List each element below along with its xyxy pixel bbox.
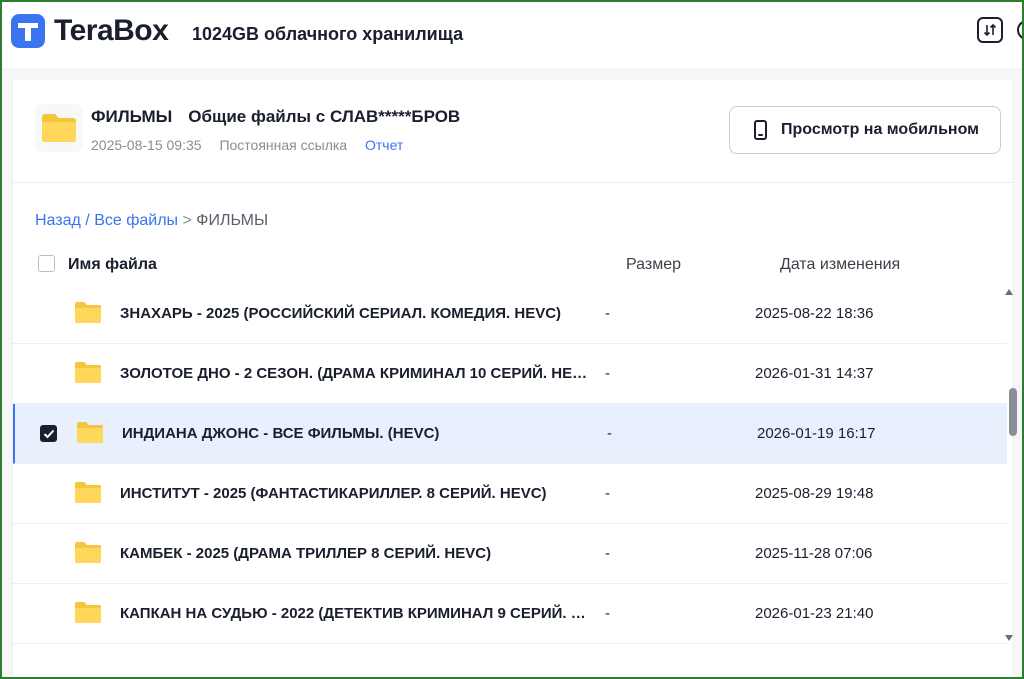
table-row-selected[interactable]: ИНДИАНА ДЖОНС - ВСЕ ФИЛЬМЫ. (HEVC) - 202… <box>13 404 1007 464</box>
select-all-checkbox[interactable] <box>38 255 55 272</box>
breadcrumb: Назад / Все файлы > ФИЛЬМЫ <box>35 212 269 229</box>
link-type: Постоянная ссылка <box>219 137 348 153</box>
file-date: 2026-01-31 14:37 <box>755 365 874 382</box>
folder-icon <box>77 422 103 443</box>
report-link[interactable]: Отчет <box>365 137 403 153</box>
scrollbar-thumb[interactable] <box>1009 388 1017 436</box>
file-name[interactable]: ИНДИАНА ДЖОНС - ВСЕ ФИЛЬМЫ. (HEVC) <box>122 424 598 444</box>
share-title: ФИЛЬМЫ Общие файлы с СЛАВ*****БРОВ <box>91 106 460 128</box>
file-date: 2025-08-29 19:48 <box>755 485 874 502</box>
share-info: ФИЛЬМЫ Общие файлы с СЛАВ*****БРОВ 2025-0… <box>13 80 1013 183</box>
breadcrumb-back[interactable]: Назад <box>35 212 81 229</box>
share-meta: 2025-08-15 09:35 Постоянная ссылка Отчет <box>91 136 403 154</box>
share-date: 2025-08-15 09:35 <box>91 137 202 153</box>
breadcrumb-current: ФИЛЬМЫ <box>196 212 269 229</box>
file-name[interactable]: ИНСТИТУТ - 2025 (ФАНТАСТИКАРИЛЛЕР. 8 СЕР… <box>120 484 596 504</box>
storage-text: 1024GB облачного хранилища <box>192 24 464 44</box>
file-size: - <box>605 485 610 502</box>
file-name[interactable]: ЗНАХАРЬ - 2025 (РОССИЙСКИЙ СЕРИАЛ. КОМЕД… <box>120 304 596 324</box>
folder-icon <box>75 482 101 503</box>
table-row[interactable]: ЗНАХАРЬ - 2025 (РОССИЙСКИЙ СЕРИАЛ. КОМЕД… <box>13 284 1007 344</box>
table-row[interactable]: ЗОЛОТОЕ ДНО - 2 СЕЗОН. (ДРАМА КРИМИНАЛ 1… <box>13 344 1007 404</box>
phone-icon <box>754 120 767 140</box>
file-size: - <box>605 305 610 322</box>
file-date: 2025-08-22 18:36 <box>755 305 874 322</box>
view-on-mobile-button[interactable]: Просмотр на мобильном <box>729 106 1001 154</box>
checkmark-icon <box>43 429 54 438</box>
shared-by-text: Общие файлы с СЛАВ*****БРОВ <box>188 107 461 126</box>
folder-icon <box>75 302 101 323</box>
file-name[interactable]: КАПКАН НА СУДЬЮ - 2022 (ДЕТЕКТИВ КРИМИНА… <box>120 604 596 624</box>
share-panel: ФИЛЬМЫ Общие файлы с СЛАВ*****БРОВ 2025-0… <box>12 80 1013 679</box>
column-name[interactable]: Имя файла <box>68 250 157 280</box>
sort-icon[interactable] <box>977 17 1003 43</box>
folder-icon <box>35 104 83 152</box>
brand-name[interactable]: TeraBox <box>54 13 169 49</box>
file-size: - <box>605 605 610 622</box>
file-name[interactable]: КАМБЕК - 2025 (ДРАМА ТРИЛЛЕР 8 СЕРИЙ. HE… <box>120 544 596 564</box>
view-on-mobile-label: Просмотр на мобильном <box>781 121 979 138</box>
file-size: - <box>605 545 610 562</box>
file-date: 2026-01-19 16:17 <box>757 425 876 442</box>
scroll-down-arrow[interactable] <box>1005 635 1013 641</box>
folder-icon <box>75 602 101 623</box>
folder-icon <box>75 362 101 383</box>
terabox-logo-icon[interactable] <box>10 13 46 49</box>
scroll-up-arrow[interactable] <box>1005 289 1013 295</box>
header-partial-icon[interactable] <box>1017 20 1024 40</box>
top-header: TeraBox 1024GB облачного хранилища <box>0 0 1024 68</box>
folder-icon <box>75 542 101 563</box>
table-row[interactable]: ИНСТИТУТ - 2025 (ФАНТАСТИКАРИЛЛЕР. 8 СЕР… <box>13 464 1007 524</box>
row-checkbox-checked[interactable] <box>40 425 57 442</box>
column-size[interactable]: Размер <box>626 250 681 280</box>
column-date[interactable]: Дата изменения <box>780 250 900 280</box>
file-date: 2025-11-28 07:06 <box>755 545 873 562</box>
shared-folder-name: ФИЛЬМЫ <box>91 107 173 126</box>
table-header: Имя файла Размер Дата изменения <box>13 250 1013 280</box>
table-row[interactable]: КАМБЕК - 2025 (ДРАМА ТРИЛЛЕР 8 СЕРИЙ. HE… <box>13 524 1007 584</box>
file-size: - <box>605 365 610 382</box>
sort-arrows-icon <box>983 23 997 37</box>
file-size: - <box>607 425 612 442</box>
breadcrumb-all-files[interactable]: Все файлы <box>94 212 178 229</box>
table-row[interactable]: КАПКАН НА СУДЬЮ - 2022 (ДЕТЕКТИВ КРИМИНА… <box>13 584 1007 644</box>
file-name[interactable]: ЗОЛОТОЕ ДНО - 2 СЕЗОН. (ДРАМА КРИМИНАЛ 1… <box>120 364 596 384</box>
file-list: ЗНАХАРЬ - 2025 (РОССИЙСКИЙ СЕРИАЛ. КОМЕД… <box>13 284 1007 644</box>
file-date: 2026-01-23 21:40 <box>755 605 874 622</box>
